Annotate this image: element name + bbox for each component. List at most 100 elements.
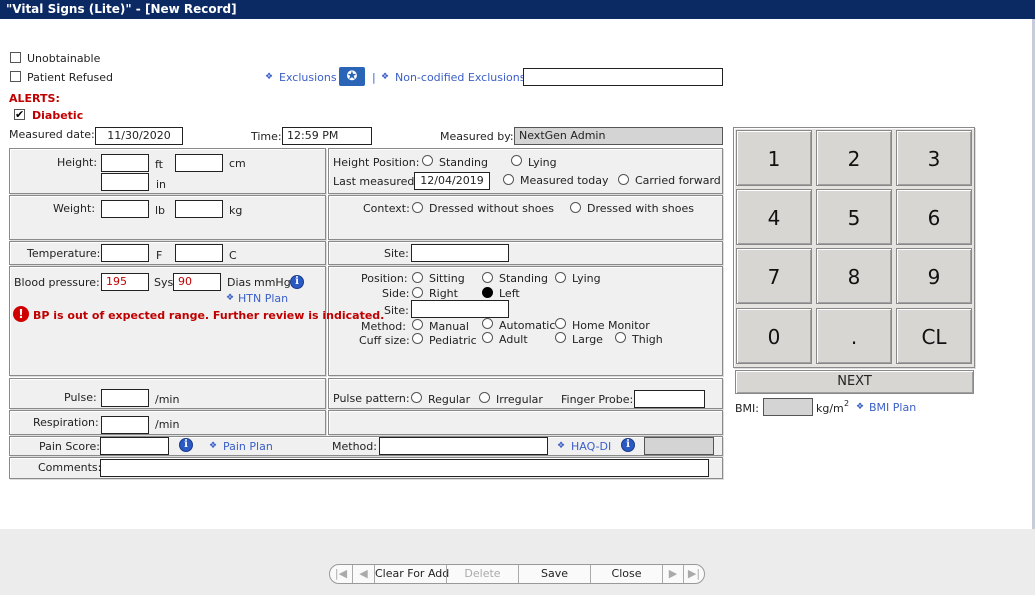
temperature-site-input[interactable] (411, 244, 509, 262)
bp-adult-label: Adult (499, 333, 528, 346)
with-shoes-radio[interactable] (570, 202, 581, 213)
keypad-key-9[interactable]: 9 (896, 248, 972, 304)
keypad-key-5[interactable]: 5 (816, 189, 892, 245)
pulse-regular-radio[interactable] (411, 392, 422, 403)
unobtainable-checkbox[interactable] (10, 52, 21, 63)
keypad-key-0[interactable]: 0 (736, 308, 812, 364)
bp-lying-radio[interactable] (555, 272, 566, 283)
weight-kg-input[interactable] (175, 200, 223, 218)
bp-large-label: Large (572, 333, 603, 346)
exclusion-icon[interactable]: ✪ (339, 67, 365, 86)
htn-plan-link[interactable]: HTN Plan (238, 292, 288, 305)
close-button[interactable]: Close (590, 565, 662, 583)
without-shoes-radio[interactable] (412, 202, 423, 213)
bp-side-left-radio[interactable] (482, 287, 493, 298)
height-standing-radio[interactable] (422, 155, 433, 166)
respiration-unit: /min (155, 418, 180, 431)
height-position-label: Height Position: (333, 156, 420, 169)
keypad-key-7[interactable]: 7 (736, 248, 812, 304)
comments-input[interactable] (100, 459, 709, 477)
height-lying-radio[interactable] (511, 155, 522, 166)
weight-lb-unit: lb (155, 204, 166, 217)
comments-label: Comments: (38, 461, 102, 474)
diamond-icon: ❖ (209, 441, 218, 451)
keypad-key-4[interactable]: 4 (736, 189, 812, 245)
height-in-input[interactable] (101, 173, 149, 191)
first-record-button[interactable]: |◀ (330, 565, 352, 583)
height-panel (9, 148, 326, 194)
bp-systolic-input[interactable]: 195 (101, 273, 149, 291)
pain-plan-link[interactable]: Pain Plan (223, 440, 273, 453)
bmi-plan-link[interactable]: BMI Plan (869, 401, 916, 414)
bp-manual-label: Manual (429, 320, 469, 333)
carried-forward-label: Carried forward (635, 174, 721, 187)
info-icon[interactable]: i (290, 275, 304, 289)
bp-sitting-radio[interactable] (412, 272, 423, 283)
noncodified-exclusions-input[interactable] (523, 68, 723, 86)
keypad-key-6[interactable]: 6 (896, 189, 972, 245)
keypad-key-1[interactable]: 1 (736, 130, 812, 186)
bp-diastolic-input[interactable]: 90 (173, 273, 221, 291)
measured-by-input: NextGen Admin (514, 127, 723, 145)
pain-method-label: Method: (332, 440, 377, 453)
keypad-key-3[interactable]: 3 (896, 130, 972, 186)
measured-date-input[interactable]: 11/30/2020 (95, 127, 183, 145)
bp-large-radio[interactable] (555, 332, 566, 343)
weight-lb-input[interactable] (101, 200, 149, 218)
next-record-button[interactable]: ▶ (662, 565, 683, 583)
bp-label: Blood pressure: (14, 276, 100, 289)
bp-home-monitor-radio[interactable] (555, 318, 566, 329)
info-icon[interactable]: i (621, 438, 635, 452)
bp-site-input[interactable] (411, 300, 509, 318)
temperature-f-input[interactable] (101, 244, 149, 262)
bp-manual-radio[interactable] (412, 319, 423, 330)
temperature-label: Temperature: (27, 247, 101, 260)
bp-standing-label: Standing (499, 272, 549, 285)
patient-refused-label: Patient Refused (27, 71, 114, 84)
temperature-c-input[interactable] (175, 244, 223, 262)
diamond-icon: ❖ (265, 72, 274, 82)
bp-side-right-radio[interactable] (412, 287, 423, 298)
clear-for-add-button[interactable]: Clear For Add (374, 565, 449, 583)
bp-thigh-label: Thigh (632, 333, 663, 346)
bp-dias-unit: Dias (227, 276, 251, 289)
bp-cuff-label: Cuff size: (359, 334, 410, 347)
last-record-button[interactable]: ▶| (683, 565, 704, 583)
noncodified-exclusions-link[interactable]: Non-codified Exclusions (395, 71, 525, 84)
pain-method-input[interactable] (379, 437, 548, 455)
finger-probe-input[interactable] (634, 390, 705, 408)
keypad-key-2[interactable]: 2 (816, 130, 892, 186)
bp-position-label: Position: (361, 272, 408, 285)
bp-pediatric-label: Pediatric (429, 334, 477, 347)
height-cm-input[interactable] (175, 154, 223, 172)
time-input[interactable]: 12:59 PM (282, 127, 372, 145)
bp-adult-radio[interactable] (482, 332, 493, 343)
patient-refused-checkbox[interactable] (10, 71, 21, 82)
bp-automatic-label: Automatic (499, 319, 556, 332)
measured-today-radio[interactable] (503, 174, 514, 185)
exclusions-link[interactable]: Exclusions (279, 71, 337, 84)
haq-di-link[interactable]: HAQ-DI (571, 440, 611, 453)
keypad-key-8[interactable]: 8 (816, 248, 892, 304)
diabetic-checkbox[interactable]: ✔ (14, 109, 25, 120)
bp-automatic-radio[interactable] (482, 318, 493, 329)
carried-forward-radio[interactable] (618, 174, 629, 185)
bp-standing-radio[interactable] (482, 272, 493, 283)
keypad-next-button[interactable]: NEXT (735, 370, 974, 394)
height-cm-unit: cm (229, 157, 246, 170)
bp-pediatric-radio[interactable] (412, 333, 423, 344)
height-ft-input[interactable] (101, 154, 149, 172)
previous-record-button[interactable]: ◀ (352, 565, 374, 583)
save-button[interactable]: Save (518, 565, 590, 583)
respiration-input[interactable] (101, 416, 149, 434)
delete-button[interactable]: Delete (446, 565, 518, 583)
keypad-key-clear[interactable]: CL (896, 308, 972, 364)
pulse-irregular-radio[interactable] (479, 392, 490, 403)
bp-side-label: Side: (382, 287, 410, 300)
info-icon[interactable]: i (179, 438, 193, 452)
pain-score-input[interactable] (100, 437, 169, 455)
last-measured-input[interactable]: 12/04/2019 (414, 172, 490, 190)
pulse-input[interactable] (101, 389, 149, 407)
keypad-key-decimal[interactable]: . (816, 308, 892, 364)
bp-thigh-radio[interactable] (615, 332, 626, 343)
